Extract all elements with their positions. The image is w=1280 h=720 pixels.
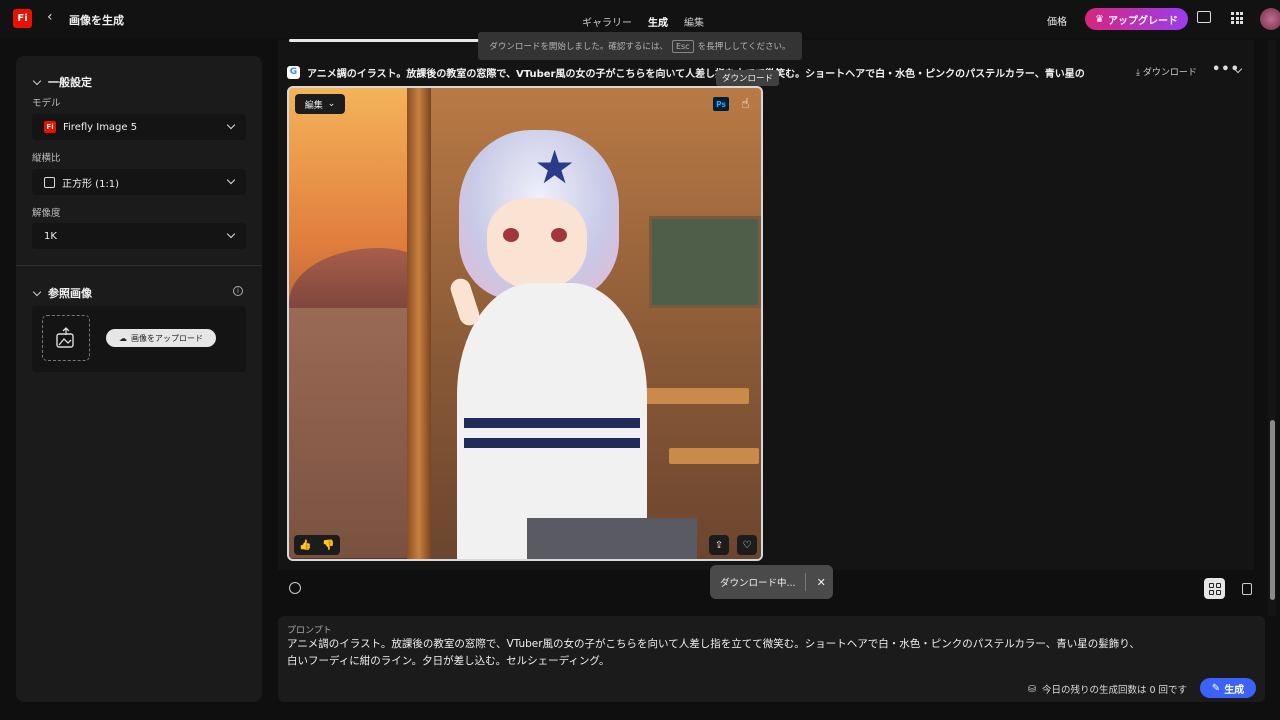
reference-image-title: 参照画像 (48, 287, 92, 300)
edit-menu-button[interactable]: 編集 ⌄ (295, 94, 345, 114)
cloud-upload-icon: ☁ (119, 333, 127, 343)
chevron-down-icon (226, 120, 236, 130)
download-tooltip: ダウンロード (716, 70, 780, 86)
prompt-line-1: アニメ調のイラスト。放課後の教室の窓際で、VTuber風の女の子がこちらを向いて… (287, 638, 1140, 650)
image-eye (551, 228, 567, 242)
info-icon[interactable]: i (233, 286, 243, 296)
generate-label: 生成 (1224, 684, 1245, 696)
apps-grid-icon[interactable] (1231, 12, 1243, 24)
history-icon[interactable] (289, 582, 301, 594)
google-icon: G (287, 65, 300, 79)
firefly-logo[interactable]: Fi (13, 9, 32, 28)
upgrade-button[interactable]: ♛ アップグレード (1085, 8, 1188, 30)
square-icon (44, 176, 55, 188)
chevron-down-icon (32, 76, 42, 86)
upload-image-label: 画像をアップロード (131, 333, 203, 343)
previous-result-bar (289, 39, 479, 42)
page-title: 画像を生成 (69, 14, 124, 27)
nav-generate[interactable]: 生成 (648, 14, 668, 29)
model-label: モデル (32, 98, 61, 109)
divider (16, 265, 262, 266)
resolution-value: 1K (44, 230, 57, 242)
generate-button[interactable]: ✎ 生成 (1200, 678, 1256, 698)
rating-buttons: 👍 👎 (294, 535, 340, 555)
settings-sidebar: 一般設定 モデル Fi Firefly Image 5 縦横比 正方形 (1:1… (16, 56, 262, 702)
reference-image-header[interactable]: 参照画像 (32, 285, 92, 301)
upload-image-button[interactable]: ☁ 画像をアップロード (106, 329, 216, 347)
back-icon[interactable]: ‹ (47, 9, 53, 25)
pricing-link[interactable]: 価格 (1047, 13, 1067, 28)
scrollbar-thumb[interactable] (1270, 420, 1275, 600)
crown-icon: ♛ (1095, 13, 1104, 25)
firefly-model-icon: Fi (44, 121, 56, 133)
generate-icon: ✎ (1211, 682, 1221, 694)
credits-icon: ⛁ (1028, 683, 1036, 695)
remaining-text: 今日の残りの生成回数は 0 回です (1041, 685, 1188, 696)
download-button[interactable]: ⤓ ダウンロード (1136, 65, 1197, 78)
downloading-text: ダウンロード中... (720, 578, 796, 589)
aspect-ratio-select[interactable]: 正方形 (1:1) (32, 169, 246, 195)
avatar[interactable] (1260, 8, 1280, 30)
feedback-icon[interactable] (1197, 11, 1211, 23)
hand-cursor-icon: ☝ (741, 96, 750, 112)
image-hoodie-stripe (464, 418, 640, 428)
toast-text-after: を長押ししてください。 (697, 42, 791, 52)
image-desk (669, 448, 759, 464)
prompt-input[interactable]: アニメ調のイラスト。放課後の教室の窓際で、VTuber風の女の子がこちらを向いて… (287, 636, 1167, 670)
prompt-panel: プロンプト アニメ調のイラスト。放課後の教室の窓際で、VTuber風の女の子がこ… (278, 616, 1265, 702)
share-icon[interactable]: ⇪ (709, 535, 729, 555)
image-upload-icon (56, 327, 74, 348)
image-desk (639, 388, 749, 404)
image-skirt (527, 518, 697, 559)
thumbs-down-icon[interactable]: 👎 (322, 540, 334, 551)
single-view-button[interactable] (1242, 583, 1252, 595)
upgrade-label: アップグレード (1107, 15, 1178, 27)
nav-edit[interactable]: 編集 (684, 14, 704, 29)
prompt-label: プロンプト (287, 626, 332, 636)
star-hair-clip: ★ (534, 140, 576, 194)
image-drop-zone[interactable] (42, 315, 90, 361)
resolution-select[interactable]: 1K (32, 223, 246, 249)
generated-image[interactable]: ★ 編集 ⌄ Ps ☝ 👍 👎 ⇪ ♡ (287, 86, 763, 561)
image-eye (503, 228, 519, 242)
chevron-down-icon (226, 175, 236, 185)
image-chalkboard (649, 216, 761, 308)
aspect-ratio-value: 正方形 (1:1) (62, 178, 120, 190)
reference-image-panel: ☁ 画像をアップロード (32, 306, 246, 372)
grid-view-button[interactable] (1204, 578, 1225, 599)
download-started-toast: ダウンロードを開始しました。確認するには、 Esc を長押ししてください。 (478, 32, 802, 60)
image-window-frame (407, 88, 431, 559)
toast-text-before: ダウンロードを開始しました。確認するには、 (489, 42, 668, 52)
downloading-toast: ダウンロード中... ✕ (710, 565, 833, 599)
chevron-down-icon: ⌄ (327, 99, 336, 109)
esc-key: Esc (671, 39, 694, 53)
scrollbar[interactable] (1268, 40, 1276, 616)
edit-label: 編集 (304, 100, 323, 111)
thumbs-up-icon[interactable]: 👍 (299, 540, 311, 551)
close-icon[interactable]: ✕ (817, 576, 826, 589)
main-nav: ギャラリー 生成 編集 (582, 14, 704, 29)
chevron-down-icon (226, 229, 236, 239)
nav-gallery[interactable]: ギャラリー (582, 14, 632, 29)
image-girl-face (487, 198, 587, 290)
image-hoodie-stripe (464, 438, 640, 448)
model-value: Firefly Image 5 (63, 121, 138, 133)
remaining-credits: ⛁ 今日の残りの生成回数は 0 回です (1028, 682, 1188, 697)
divider (804, 573, 806, 591)
resolution-label: 解像度 (32, 208, 61, 219)
general-settings-header[interactable]: 一般設定 (32, 74, 92, 90)
heart-icon[interactable]: ♡ (737, 535, 757, 555)
general-settings-title: 一般設定 (48, 76, 92, 89)
model-select[interactable]: Fi Firefly Image 5 (32, 114, 246, 140)
photoshop-icon[interactable]: Ps (713, 97, 729, 111)
aspect-ratio-label: 縦横比 (32, 153, 61, 164)
prompt-line-2: 白いフーディに紺のライン。夕日が差し込む。セルシェーディング。 (287, 655, 610, 667)
chevron-down-icon (32, 287, 42, 297)
